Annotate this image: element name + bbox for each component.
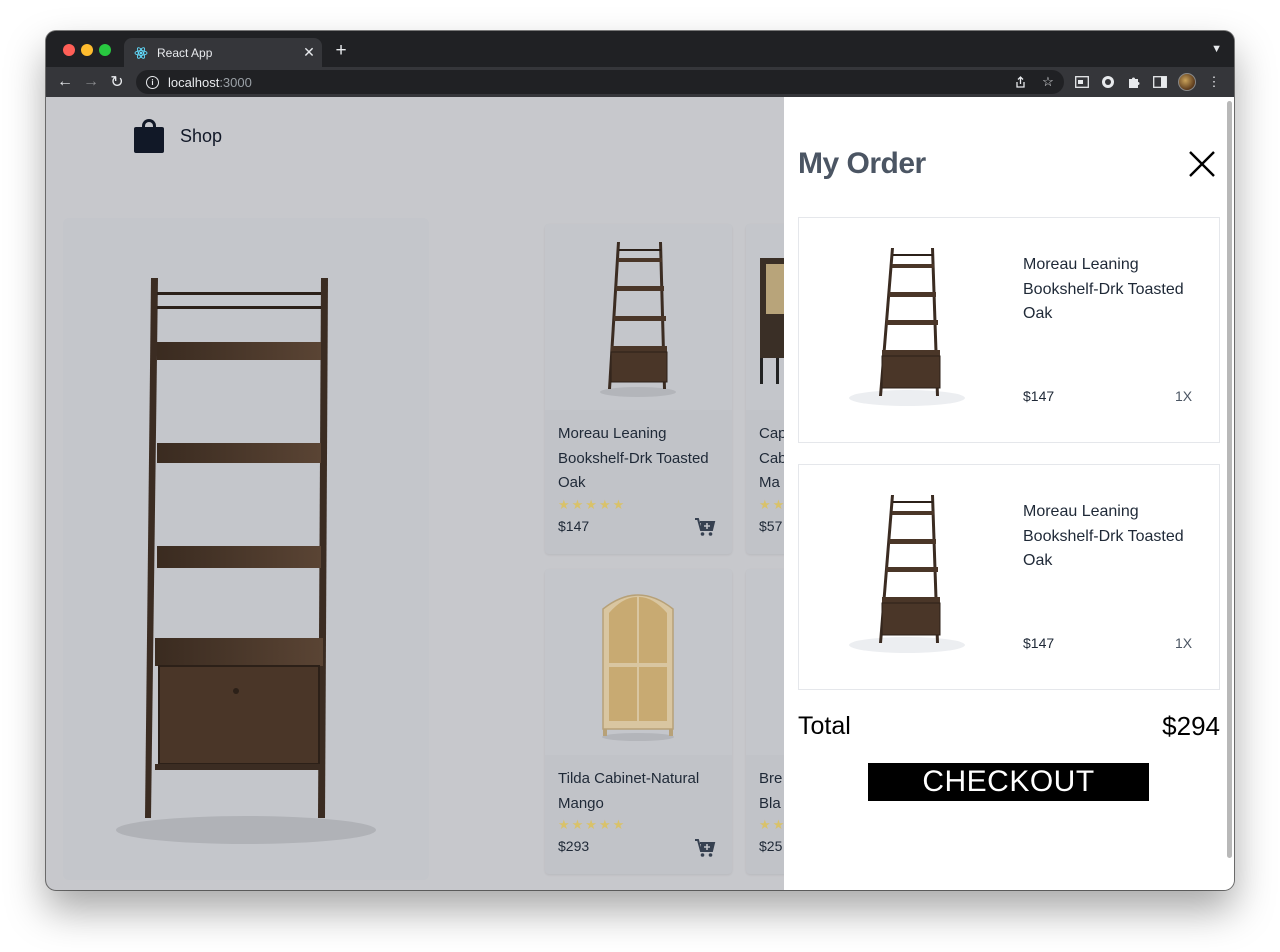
order-item-price: $147 (1023, 388, 1055, 404)
order-item-price: $147 (1023, 635, 1055, 651)
order-item-image (847, 487, 969, 657)
tab-search-icon[interactable] (1074, 74, 1090, 90)
tab-title: React App (157, 45, 213, 60)
shopping-bag-icon (134, 119, 164, 153)
browser-toolbar: ← → ↻ i localhost:3000 ☆ ⋮ (46, 67, 1234, 97)
hero-product-image (63, 218, 429, 880)
close-window-button[interactable] (63, 44, 75, 56)
order-item-quantity: 1X (1175, 635, 1193, 651)
back-arrow-icon[interactable]: ← (53, 70, 77, 94)
zoom-window-button[interactable] (99, 44, 111, 56)
url-port: :3000 (219, 74, 252, 90)
order-item: Moreau Leaning Bookshelf-Drk Toasted Oak… (798, 217, 1220, 443)
add-to-cart-icon[interactable] (694, 517, 716, 537)
product-card[interactable]: Moreau Leaning Bookshelf-Drk Toasted Oak… (545, 224, 732, 554)
order-item-name: Moreau Leaning Bookshelf-Drk Toasted Oak (1023, 503, 1184, 569)
share-icon[interactable] (1012, 74, 1028, 90)
bookmark-star-icon[interactable]: ☆ (1040, 74, 1056, 90)
forward-arrow-icon[interactable]: → (79, 70, 103, 94)
page-viewport: Shop Moreau Leaning Bookshelf-Drk Toaste… (46, 97, 1234, 890)
product-image (545, 569, 732, 755)
drawer-title: My Order (798, 147, 926, 180)
react-icon (134, 46, 148, 60)
shop-header: Shop (134, 119, 222, 153)
profile-avatar[interactable] (1178, 73, 1196, 91)
tab-react-app[interactable]: React App ✕ (124, 38, 322, 67)
url-host: localhost (168, 74, 220, 90)
chevron-down-icon[interactable]: ▼ (1211, 43, 1222, 55)
reload-icon[interactable]: ↻ (105, 70, 129, 94)
order-item-name: Moreau Leaning Bookshelf-Drk Toasted Oak (1023, 256, 1184, 322)
close-icon[interactable] (1188, 150, 1216, 178)
extension-circle-icon[interactable] (1100, 74, 1116, 90)
minimize-window-button[interactable] (81, 44, 93, 56)
order-item-image (847, 240, 969, 410)
side-panel-icon[interactable] (1152, 74, 1168, 90)
order-drawer: My Order Moreau Leaning Bookshelf-Drk To… (784, 97, 1234, 890)
product-rating: ★★★★★ (558, 817, 627, 832)
product-name: Tilda Cabinet-Natural Mango (558, 770, 700, 812)
total-value: $294 (1162, 711, 1220, 741)
order-item-quantity: 1X (1175, 388, 1193, 404)
product-rating: ★★★★★ (558, 496, 627, 512)
product-card[interactable]: Tilda Cabinet-Natural Mango ★★★★★ $293 (545, 569, 732, 874)
product-image (545, 224, 732, 410)
add-to-cart-icon[interactable] (694, 838, 716, 858)
more-menu-icon[interactable]: ⋮ (1206, 74, 1222, 90)
browser-window: React App ✕ + ▼ ← → ↻ i localhost:3000 ☆ (46, 31, 1234, 890)
tab-strip: React App ✕ + ▼ (46, 31, 1234, 67)
order-item: Moreau Leaning Bookshelf-Drk Toasted Oak… (798, 464, 1220, 690)
puzzle-icon[interactable] (1126, 74, 1142, 90)
site-info-icon[interactable]: i (146, 75, 159, 89)
total-label: Total (798, 712, 851, 740)
tab-close-icon[interactable]: ✕ (296, 44, 322, 61)
new-tab-button[interactable]: + (330, 40, 352, 62)
checkout-button[interactable]: CHECKOUT (868, 763, 1149, 801)
address-bar[interactable]: i localhost:3000 ☆ (136, 70, 1064, 94)
product-name: Moreau Leaning Bookshelf-Drk Toasted Oak (558, 425, 709, 491)
shop-title[interactable]: Shop (180, 126, 222, 147)
page-scrollbar[interactable] (1227, 101, 1232, 858)
